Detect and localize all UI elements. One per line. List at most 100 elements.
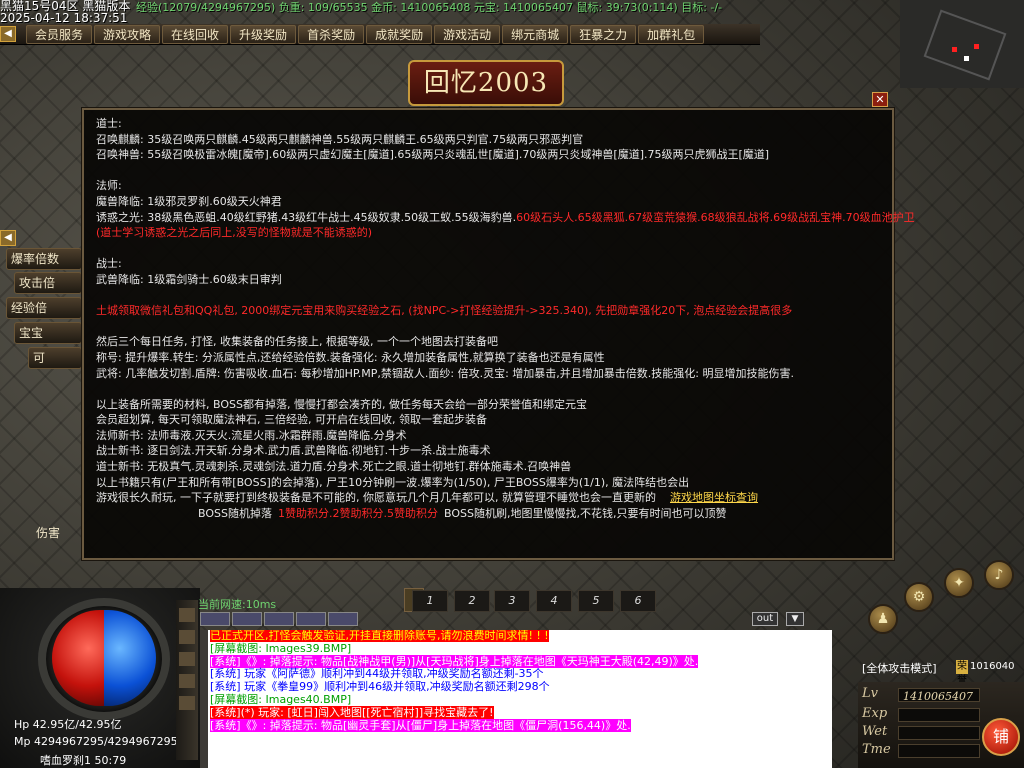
panel-line-text: 召唤麒麟: 35级召唤两只麒麟.45级两只麒麟神兽.55级两只麒麟王.65级两只… [96,132,584,146]
chat-message-text: [系统]《》: 掉落提示: 物品[战神战甲(男)]从[天玛战将]身上掉落在地图《… [210,654,699,668]
chat-message-text: [屏幕截图: Images40.BMP] [210,692,352,706]
panel-boss-info: 1赞助积分.2赞助积分.5赞助积分 [277,506,438,520]
skill-slot[interactable]: 6 [620,590,656,612]
lv-bar: 1410065407 [898,688,980,703]
chat-log: 已正式开区,打怪会触发验证,开挂直接删除账号,请勿浪费时间求情! ! ! [屏幕截… [200,630,832,768]
menu-button[interactable]: 狂暴之力 [570,24,637,44]
panel-line-text: 法师: [96,179,122,193]
panel-line: (道士学习诱惑之光之后同上,没写的怪物就是不能诱惑的) [96,225,884,241]
shop-button[interactable]: 铺 [982,718,1020,756]
clock: 2025-04-12 18:37:51 [0,11,128,25]
side-label: 伤害 [36,526,61,540]
side-button[interactable]: 经验倍 [6,297,82,319]
menu-button[interactable]: 绑元商城 [502,24,569,44]
lv-label: Lv [862,686,878,701]
chat-message-text: [系统] 玩家《拳皇99》顺利冲到46级并领取,冲级奖励名额还剩298个 [210,680,550,694]
panel-line-text: 战士新书: 逐日剑法.开天斩.分身术.武力盾.武兽降临.彻地钉.十步一杀.战士施… [96,444,491,458]
menu-button[interactable]: 加群礼包 [638,24,705,44]
panel-line-text: 诱惑之光: 38级黑色恶蛆.40级红野猪.43级红牛战士.45级奴隶.50级工蚁… [96,210,517,224]
skill-slot[interactable]: 2 [454,590,490,612]
weight-bar [898,726,980,740]
menu-button[interactable]: 成就奖励 [366,24,433,44]
info-panel: 道士: 召唤麒麟: 35级召唤两只麒麟.45级两只麒麟神兽.55级两只麒麟王.65… [81,107,915,561]
top-menu: ◀ 会员服务 游戏攻略 在线回收 升级奖励 首杀奖励 成就奖励 游戏活动 绑元商… [0,24,760,45]
panel-line: 战士: [96,256,884,272]
panel-line: 战士新书: 逐日剑法.开天斩.分身术.武力盾.武兽降临.彻地钉.十步一杀.战士施… [96,443,884,459]
minimap-walls [923,9,1007,81]
panel-line: 然后三个每日任务, 打怪, 收集装备的任务接上, 根据等级, 一个一个地图去打装… [96,334,884,350]
menu-collapse-icon[interactable]: ◀ [0,26,16,42]
menu-button[interactable]: 游戏活动 [434,24,501,44]
skill-slot[interactable]: 4 [536,590,572,612]
chat-tool-icon[interactable] [200,612,230,626]
character-icon[interactable]: ♟ [868,604,898,634]
chat-scrollbar[interactable] [200,630,208,768]
menu-button[interactable]: 升级奖励 [230,24,297,44]
panel-line-text: 法师新书: 法师毒液.灭天火.流星火雨.冰霜群雨.魔兽降临.分身术 [96,428,407,442]
panel-boss-info: BOSS随机掉落 [198,506,272,520]
chat-tool-icon[interactable] [232,612,262,626]
menu-button[interactable]: 在线回收 [162,24,229,44]
bag-icon[interactable]: ⚙ [904,582,934,612]
side-button[interactable]: 攻击倍 [14,272,82,294]
chat-tool-icon[interactable] [328,612,358,626]
side-button[interactable]: 爆率倍数 [6,248,82,270]
panel-line: 称号: 提升爆率.转生: 分派属性点,还给经验倍数.装备强化: 永久增加装备属性… [96,350,884,366]
menu-button[interactable]: 会员服务 [26,24,93,44]
skills-icon[interactable]: ✦ [944,568,974,598]
close-icon[interactable]: ✕ [872,92,888,107]
chat-mode-icon[interactable] [179,696,195,710]
panel-line: 武兽降临: 1级霜剑骑士.60级末日审判 [96,272,884,288]
panel-line: 法师新书: 法师毒液.灭天火.流星火雨.冰霜群雨.魔兽降临.分身术 [96,428,884,444]
menu-button[interactable]: 首杀奖励 [298,24,365,44]
minimap[interactable] [900,0,1024,88]
panel-line-text: 称号: 提升爆率.转生: 分派属性点,还给经验倍数.装备强化: 永久增加装备属性… [96,350,605,364]
chat-mode-icon[interactable] [179,630,195,644]
chat-mode-icon[interactable] [179,652,195,666]
side-collapse-icon[interactable]: ◀ [0,230,16,246]
chat-tool-icon[interactable] [264,612,294,626]
player-status: 经验(12079/4294967295) 负重: 109/65535 金币: 1… [136,1,723,14]
menu-button[interactable]: 游戏攻略 [94,24,161,44]
panel-line-text: 道士新书: 无极真气.灵魂刺杀.灵魂剑法.道力盾.分身术.死亡之眼.道士彻地钉.… [96,460,572,474]
weight-label: Wet [862,724,888,739]
chat-out-button[interactable]: out [752,612,778,626]
panel-line: 道士: [96,116,884,132]
honor-label: 荣誉 [956,660,968,686]
chat-message-text: [系统](*) 玩家: [虹日]闯入地图[[死亡宿村]]寻找宝藏去了! [210,705,494,719]
attack-mode[interactable]: [全体攻击模式] [862,660,937,676]
chat-expand-icon[interactable]: ▼ [786,612,804,626]
chat-mode-icon[interactable] [179,674,195,688]
skill-slot[interactable]: 5 [578,590,614,612]
panel-line-highlight: 土城领取微信礼包和QQ礼包, 2000绑定元宝用来购买经验之石, (找NPC->… [96,304,793,318]
side-button[interactable]: 可 [28,347,82,369]
chat-message: [屏幕截图: Images39.BMP] [200,642,832,656]
minimap-player-dot [964,56,969,61]
panel-line: 武将: 几率触发切割.盾牌: 伤害吸收.血石: 每秒增加HP.MP,禁锢敌人.面… [96,366,884,382]
panel-line-text: 道士: [96,117,122,130]
chat-message: [系统](*) 玩家: [虹日]闯入地图[[死亡宿村]]寻找宝藏去了! [200,705,832,720]
panel-line [96,381,884,397]
skill-slot[interactable]: 1 [412,590,448,612]
panel-line: 召唤麒麟: 35级召唤两只麒麟.45级两只麒麟神兽.55级两只麒麟王.65级两只… [96,132,884,148]
chat-tool-icon[interactable] [296,612,326,626]
skill-slot[interactable]: 3 [494,590,530,612]
chat-lines: 已正式开区,打怪会触发验证,开挂直接删除账号,请勿浪费时间求情! ! ! [屏幕截… [200,630,832,732]
panel-line: 诱惑之光: 38级黑色恶蛆.40级红野猪.43级红牛战士.45级奴隶.50级工蚁… [96,210,915,226]
panel-line-text: 游戏很长久耐玩, 一下子就要打到终极装备是不可能的, 你愿意玩几个月几年都可以,… [96,491,656,505]
mp-text: Mp 4294967295/4294967295 [14,735,178,748]
panel-line [96,241,884,257]
panel-line-text: 以上书籍只有(尸王和所有带[BOSS]的会掉落), 尸王10分钟刷一波.爆率为(… [96,475,690,489]
server-banner: 回忆2003 [408,60,564,106]
chat-mode-icon[interactable] [179,608,195,622]
map-coords-link[interactable]: 游戏地图坐标查询 [670,491,758,504]
net-speed: 当前网速:10ms [198,598,277,611]
panel-line-text: 然后三个每日任务, 打怪, 收集装备的任务接上, 根据等级, 一个一个地图去打装… [96,335,498,349]
side-button[interactable]: 宝宝 [14,322,82,344]
exp-label: Exp [862,706,888,721]
minimap-dot [974,44,979,49]
sound-icon[interactable]: ♪ [984,560,1014,590]
panel-line: 以上装备所需要的材料, BOSS都有掉落, 慢慢打都会凑齐的, 做任务每天会给一… [96,397,884,413]
info-panel-text: 道士: 召唤麒麟: 35级召唤两只麒麟.45级两只麒麟神兽.55级两只麒麟王.65… [96,116,915,521]
honor-value: 1016040 [970,661,1015,672]
